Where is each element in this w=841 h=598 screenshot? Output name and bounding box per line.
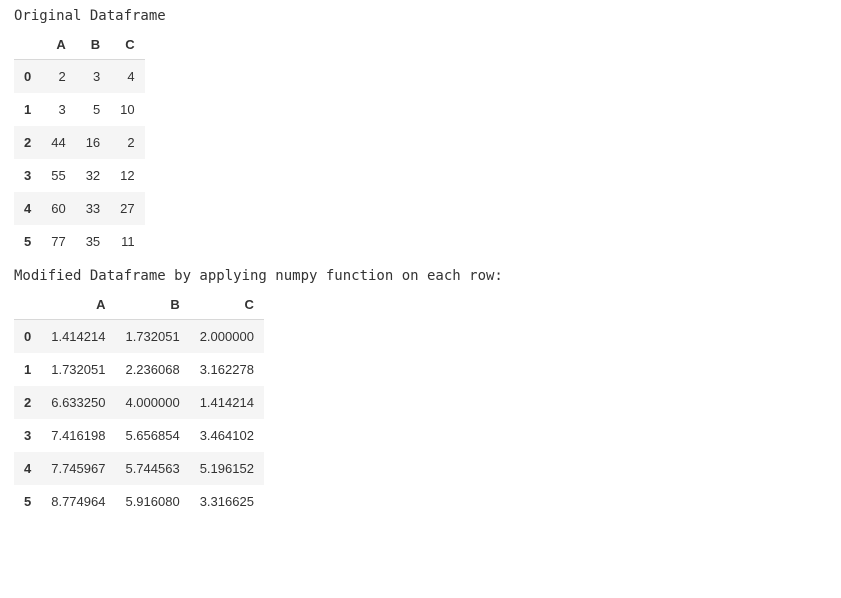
col-header: C [190,290,264,320]
cell: 77 [41,225,75,258]
modified-caption: Modified Dataframe by applying numpy fun… [14,268,827,284]
table-row: 2 6.633250 4.000000 1.414214 [14,386,264,419]
cell: 11 [110,225,144,258]
cell: 2 [110,126,144,159]
cell: 2 [41,60,75,94]
table-row: 4 7.745967 5.744563 5.196152 [14,452,264,485]
cell: 8.774964 [41,485,115,518]
cell: 1.414214 [41,320,115,354]
col-header: C [110,30,144,60]
cell: 33 [76,192,110,225]
cell: 3.162278 [190,353,264,386]
row-index: 5 [14,225,41,258]
cell: 27 [110,192,144,225]
cell: 12 [110,159,144,192]
table-row: 1 3 5 10 [14,93,145,126]
cell: 7.416198 [41,419,115,452]
cell: 3.316625 [190,485,264,518]
col-header: B [115,290,189,320]
cell: 10 [110,93,144,126]
row-index: 5 [14,485,41,518]
row-index: 2 [14,126,41,159]
table-row: 3 55 32 12 [14,159,145,192]
cell: 3.464102 [190,419,264,452]
cell: 3 [41,93,75,126]
row-index: 4 [14,192,41,225]
cell: 7.745967 [41,452,115,485]
table-corner [14,30,41,60]
cell: 5.196152 [190,452,264,485]
cell: 1.414214 [190,386,264,419]
table-row: 0 1.414214 1.732051 2.000000 [14,320,264,354]
cell: 1.732051 [115,320,189,354]
table-row: 0 2 3 4 [14,60,145,94]
cell: 32 [76,159,110,192]
cell: 44 [41,126,75,159]
cell: 35 [76,225,110,258]
row-index: 3 [14,159,41,192]
cell: 4 [110,60,144,94]
table-row: 3 7.416198 5.656854 3.464102 [14,419,264,452]
cell: 2.236068 [115,353,189,386]
row-index: 2 [14,386,41,419]
row-index: 3 [14,419,41,452]
cell: 5.656854 [115,419,189,452]
row-index: 0 [14,60,41,94]
cell: 1.732051 [41,353,115,386]
col-header: B [76,30,110,60]
cell: 6.633250 [41,386,115,419]
row-index: 4 [14,452,41,485]
col-header: A [41,290,115,320]
cell: 3 [76,60,110,94]
cell: 4.000000 [115,386,189,419]
cell: 5 [76,93,110,126]
col-header: A [41,30,75,60]
table-row: 5 77 35 11 [14,225,145,258]
table-corner [14,290,41,320]
cell: 60 [41,192,75,225]
modified-dataframe: A B C 0 1.414214 1.732051 2.000000 1 1.7… [14,290,264,518]
table-row: 4 60 33 27 [14,192,145,225]
table-row: 5 8.774964 5.916080 3.316625 [14,485,264,518]
row-index: 1 [14,353,41,386]
row-index: 0 [14,320,41,354]
table-row: 2 44 16 2 [14,126,145,159]
cell: 2.000000 [190,320,264,354]
table-row: 1 1.732051 2.236068 3.162278 [14,353,264,386]
cell: 5.916080 [115,485,189,518]
cell: 16 [76,126,110,159]
original-dataframe: A B C 0 2 3 4 1 3 5 10 2 44 16 2 3 55 32… [14,30,145,258]
cell: 55 [41,159,75,192]
cell: 5.744563 [115,452,189,485]
original-caption: Original Dataframe [14,8,827,24]
row-index: 1 [14,93,41,126]
